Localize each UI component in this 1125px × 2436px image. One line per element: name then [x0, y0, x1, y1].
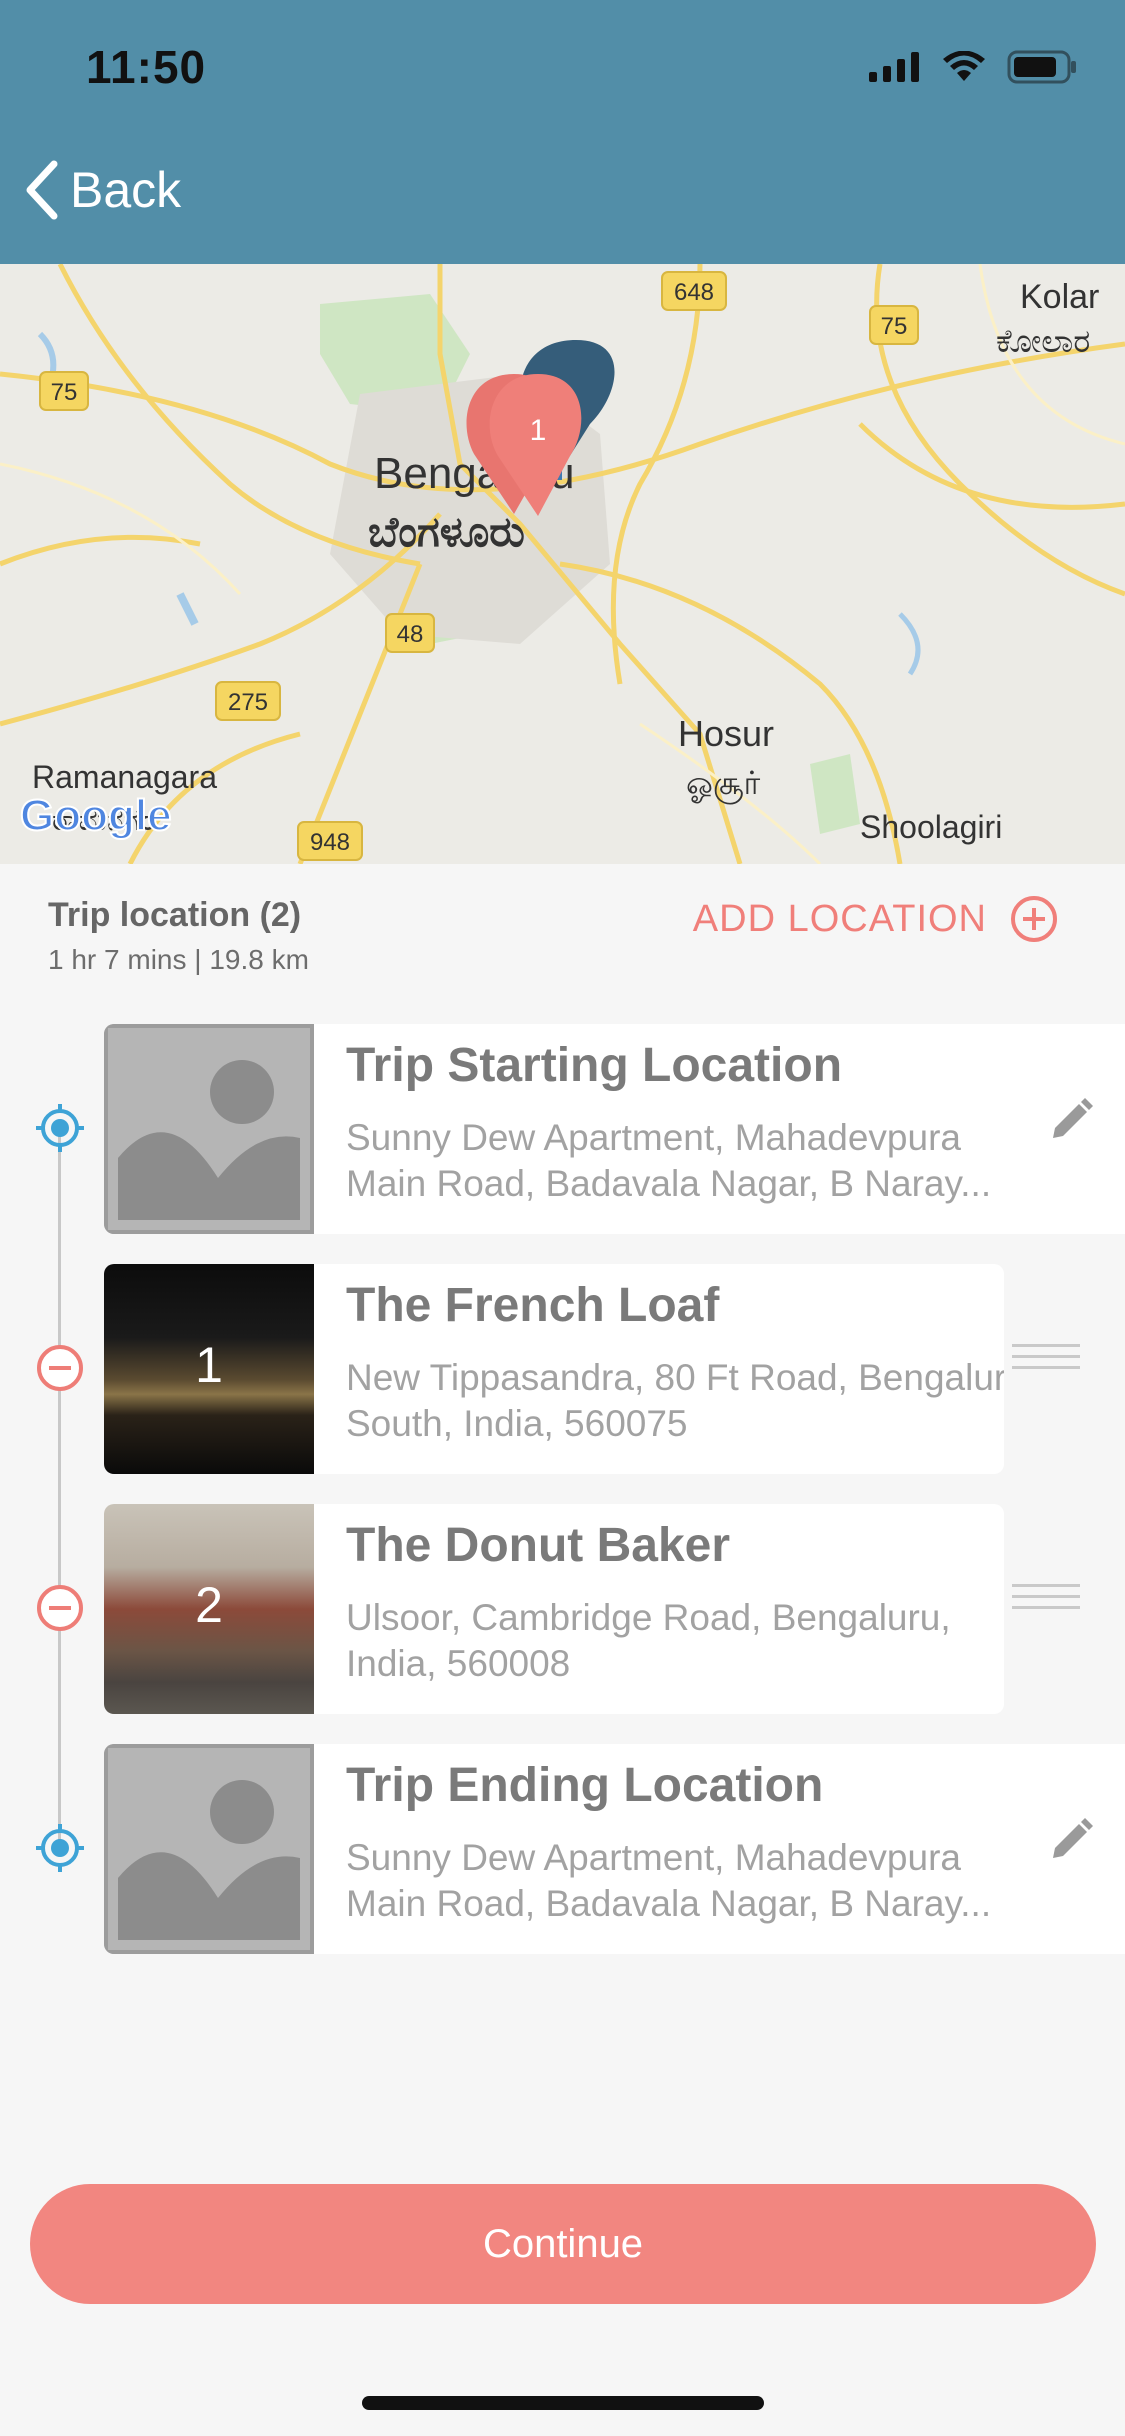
map-label-kolar: Kolar — [1020, 278, 1099, 316]
trip-summary: Trip location (2) 1 hr 7 mins | 19.8 km … — [0, 864, 1125, 1014]
edit-pencil-icon[interactable] — [1047, 1816, 1095, 1864]
shield-275: 275 — [228, 689, 268, 716]
stop-number: 1 — [195, 1337, 223, 1393]
stop-number: 2 — [195, 1577, 223, 1633]
end-target-icon — [36, 1824, 84, 1872]
status-time: 11:50 — [86, 41, 207, 93]
add-location-label: ADD LOCATION — [692, 897, 987, 940]
location-card-stop-2[interactable]: 2 The Donut Baker Ulsoor, Cambridge Road… — [104, 1504, 1004, 1714]
edit-pencil-icon[interactable] — [1047, 1096, 1095, 1144]
trip-duration-distance: 1 hr 7 mins | 19.8 km — [48, 944, 309, 975]
location-title: Trip Starting Location — [346, 1039, 843, 1092]
map-label-bengaluru-kn: ಬೆಂಗಳೂರು — [368, 508, 525, 555]
back-label: Back — [70, 162, 182, 218]
location-address: Sunny Dew Apartment, Mahadevpura Main Ro… — [346, 1837, 992, 1924]
add-location-button[interactable]: ADD LOCATION — [693, 894, 1059, 944]
map-view[interactable]: 648 75 75 48 275 948 Bengaluru ಬೆಂಗಳೂರು … — [0, 264, 1125, 864]
shield-648: 648 — [674, 279, 714, 306]
location-address: Sunny Dew Apartment, Mahadevpura Main Ro… — [346, 1117, 992, 1204]
location-title: Trip Ending Location — [346, 1759, 824, 1812]
location-card-start[interactable]: Trip Starting Location Sunny Dew Apartme… — [104, 1024, 1125, 1234]
remove-stop-1-icon[interactable] — [34, 1342, 86, 1394]
status-icons — [869, 50, 1077, 84]
location-card-end[interactable]: Trip Ending Location Sunny Dew Apartment… — [104, 1744, 1125, 1954]
remove-stop-2-icon[interactable] — [34, 1582, 86, 1634]
place-photo-french-loaf: 1 — [104, 1264, 314, 1474]
start-target-icon — [36, 1104, 84, 1152]
map-label-hosur-ta: ஓசூர் — [686, 765, 760, 804]
map-label-hosur: Hosur — [678, 713, 774, 754]
plus-circle-icon — [1011, 896, 1057, 942]
map-label-shoolagiri: Shoolagiri — [860, 809, 1002, 845]
map-label-kolar-kn: ಕೋಲಾರ — [996, 323, 1090, 359]
nav-header: 11:50 Back — [0, 0, 1125, 264]
placeholder-image-icon — [104, 1744, 314, 1954]
shield-75-west: 75 — [51, 379, 78, 406]
chevron-left-icon — [26, 160, 58, 220]
location-card-stop-1[interactable]: 1 The French Loaf New Tippasandra, 80 Ft… — [104, 1264, 1004, 1474]
location-address: New Tippasandra, 80 Ft Road, Bengaluru S… — [346, 1357, 1004, 1444]
drag-handle-icon[interactable] — [1012, 1584, 1080, 1617]
home-indicator — [362, 2396, 764, 2410]
battery-icon — [1007, 50, 1076, 84]
google-logo: Google — [20, 791, 172, 840]
location-title: The Donut Baker — [346, 1519, 731, 1572]
drag-handle-icon[interactable] — [1012, 1344, 1080, 1377]
shield-948: 948 — [310, 829, 350, 856]
shield-75-east: 75 — [881, 313, 908, 340]
placeholder-image-icon — [104, 1024, 314, 1234]
continue-button[interactable]: Continue — [30, 2184, 1096, 2304]
place-photo-donut-baker: 2 — [104, 1504, 314, 1714]
signal-icon — [869, 52, 919, 82]
location-title: The French Loaf — [346, 1279, 720, 1332]
map-label-ramanagara: Ramanagara — [32, 759, 217, 795]
trip-location-title: Trip location (2) — [48, 896, 302, 934]
shield-48: 48 — [397, 621, 424, 648]
wifi-icon — [943, 51, 985, 81]
map-pin-label: 1 — [530, 414, 547, 447]
timeline-line — [58, 1128, 61, 1848]
location-address: Ulsoor, Cambridge Road, Bengaluru, India… — [346, 1597, 951, 1684]
back-button[interactable]: Back — [24, 160, 181, 220]
